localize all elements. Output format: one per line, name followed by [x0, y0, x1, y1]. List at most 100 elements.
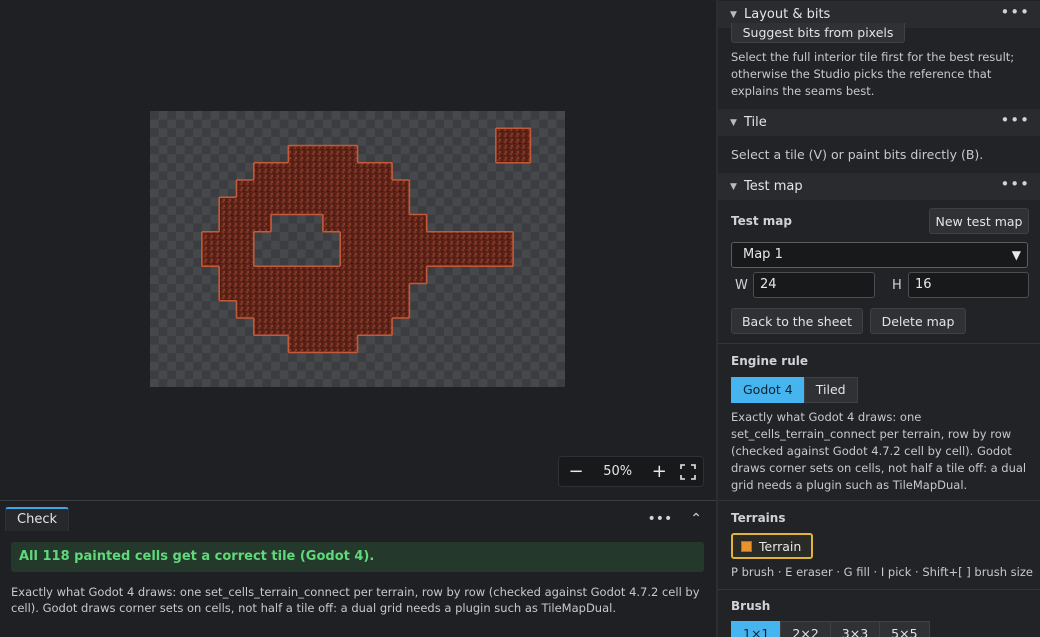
terrain-cell[interactable]	[305, 162, 324, 181]
terrain-cell[interactable]	[392, 300, 410, 319]
terrain-cell[interactable]	[305, 335, 324, 353]
terrain-cell[interactable]	[461, 231, 479, 250]
back-to-sheet-button[interactable]: Back to the sheet	[731, 308, 863, 334]
height-field[interactable]: 16	[908, 272, 1029, 298]
terrain-cell[interactable]	[236, 180, 255, 198]
engine-option-tiled[interactable]: Tiled	[803, 377, 858, 403]
terrain-cell[interactable]	[219, 283, 237, 302]
terrain-cell[interactable]	[288, 145, 307, 164]
terrain-cell[interactable]	[495, 249, 514, 267]
test-map-board[interactable]	[150, 111, 565, 387]
more-options-icon[interactable]: •••	[1000, 111, 1030, 129]
terrain-cell[interactable]	[357, 318, 376, 336]
terrain-cell[interactable]	[374, 300, 393, 319]
terrain-chip[interactable]: Terrain	[731, 533, 814, 559]
terrain-cell[interactable]	[478, 249, 497, 267]
terrain-cell[interactable]	[392, 214, 410, 233]
terrain-cell[interactable]	[305, 300, 324, 319]
terrain-cell[interactable]	[340, 318, 358, 336]
engine-option-godot4[interactable]: Godot 4	[731, 377, 805, 403]
terrain-cell[interactable]	[340, 162, 358, 181]
terrain-cell[interactable]	[322, 162, 341, 181]
terrain-cell[interactable]	[322, 197, 341, 215]
terrain-cell[interactable]	[374, 231, 393, 250]
terrain-cell[interactable]	[340, 335, 358, 353]
terrain-cell[interactable]	[271, 300, 289, 319]
brush-size-3x3[interactable]: 3×3	[829, 621, 881, 637]
terrain-cell[interactable]	[374, 249, 393, 267]
terrain-cell[interactable]	[305, 145, 324, 164]
terrain-cell[interactable]	[495, 128, 514, 146]
terrain-cell[interactable]	[340, 180, 358, 198]
terrain-cell[interactable]	[340, 214, 358, 233]
map-select[interactable]: Map 1 ▼	[731, 242, 1028, 268]
terrain-cell[interactable]	[219, 231, 237, 250]
more-options-icon[interactable]: •••	[1000, 3, 1030, 21]
terrain-cell[interactable]	[236, 231, 255, 250]
terrain-cell[interactable]	[357, 214, 376, 233]
terrain-cell[interactable]	[322, 266, 341, 284]
terrain-cell[interactable]	[357, 249, 376, 267]
terrain-cell[interactable]	[288, 162, 307, 181]
terrain-cell[interactable]	[288, 283, 307, 302]
more-options-icon[interactable]: •••	[1000, 175, 1030, 193]
terrain-cell[interactable]	[253, 214, 272, 233]
terrain-cell[interactable]	[392, 266, 410, 284]
terrain-cell[interactable]	[409, 214, 428, 233]
terrain-cell[interactable]	[461, 249, 479, 267]
terrain-cell[interactable]	[357, 266, 376, 284]
terrain-cell[interactable]	[392, 197, 410, 215]
terrain-cell[interactable]	[288, 180, 307, 198]
terrain-cell[interactable]	[340, 145, 358, 164]
terrain-cell[interactable]	[271, 180, 289, 198]
terrain-cell[interactable]	[271, 283, 289, 302]
terrain-cell[interactable]	[374, 197, 393, 215]
terrain-cell[interactable]	[288, 318, 307, 336]
terrain-cell[interactable]	[305, 180, 324, 198]
terrain-cell[interactable]	[478, 231, 497, 250]
terrain-cell[interactable]	[426, 231, 445, 250]
terrain-cell[interactable]	[392, 180, 410, 198]
terrain-cell[interactable]	[340, 197, 358, 215]
fit-view-icon[interactable]	[679, 463, 697, 481]
terrain-cell[interactable]	[253, 180, 272, 198]
terrain-cell[interactable]	[357, 180, 376, 198]
terrain-cell[interactable]	[340, 249, 358, 267]
terrain-cell[interactable]	[305, 318, 324, 336]
terrain-cell[interactable]	[305, 266, 324, 284]
terrain-cell[interactable]	[236, 249, 255, 267]
zoom-in-button[interactable]: +	[650, 462, 668, 481]
terrain-cell[interactable]	[374, 162, 393, 181]
brush-size-2x2[interactable]: 2×2	[780, 621, 831, 637]
terrain-cell[interactable]	[288, 335, 307, 353]
terrain-cell[interactable]	[288, 197, 307, 215]
terrain-cell[interactable]	[322, 318, 341, 336]
more-options-icon[interactable]: •••	[647, 511, 672, 527]
terrain-cell[interactable]	[495, 145, 514, 164]
zoom-out-button[interactable]: −	[567, 462, 585, 481]
terrain-cell[interactable]	[271, 266, 289, 284]
terrain-cell[interactable]	[271, 162, 289, 181]
terrain-cell[interactable]	[409, 266, 428, 284]
terrain-cell[interactable]	[443, 249, 462, 267]
collapse-panel-icon[interactable]: ⌃	[690, 511, 702, 527]
terrain-cell[interactable]	[392, 231, 410, 250]
delete-map-button[interactable]: Delete map	[870, 308, 966, 334]
terrain-cell[interactable]	[392, 249, 410, 267]
terrain-cell[interactable]	[271, 318, 289, 336]
terrain-cell[interactable]	[219, 266, 237, 284]
terrain-cell[interactable]	[357, 283, 376, 302]
terrain-cell[interactable]	[513, 128, 531, 146]
brush-size-5x5[interactable]: 5×5	[879, 621, 930, 637]
terrain-cell[interactable]	[322, 214, 341, 233]
terrain-cell[interactable]	[253, 318, 272, 336]
terrain-cell[interactable]	[409, 249, 428, 267]
terrain-cell[interactable]	[340, 300, 358, 319]
terrain-cell[interactable]	[357, 300, 376, 319]
terrain-cell[interactable]	[219, 214, 237, 233]
terrain-cell[interactable]	[253, 283, 272, 302]
terrain-cell[interactable]	[409, 231, 428, 250]
terrain-cell[interactable]	[374, 283, 393, 302]
section-header-tile[interactable]: ▼ Tile •••	[718, 109, 1040, 136]
terrain-cell[interactable]	[322, 300, 341, 319]
